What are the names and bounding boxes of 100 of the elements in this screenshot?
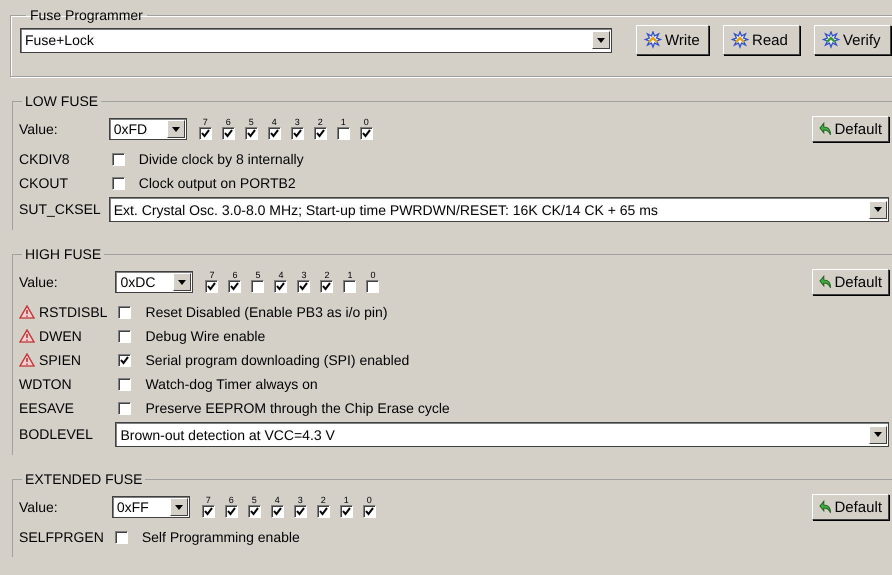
bit-number: 4 [278, 271, 284, 280]
checkbox[interactable] [198, 127, 212, 140]
checkbox[interactable] [297, 280, 310, 293]
bit-number: 7 [209, 271, 214, 280]
value-label: Value: [19, 273, 59, 292]
checkbox[interactable] [360, 127, 373, 140]
bit-number: 3 [301, 271, 306, 280]
checkbox[interactable] [316, 505, 330, 518]
fuse-name: CKOUT [19, 175, 68, 191]
checkbox[interactable] [274, 280, 288, 293]
value-dropdown[interactable]: 0xFF [112, 496, 190, 518]
checkbox[interactable] [290, 127, 304, 140]
bit-number: 4 [274, 496, 280, 505]
checkbox[interactable] [268, 127, 281, 140]
action-button[interactable]: Write [636, 25, 709, 55]
dropdown-arrow-icon [874, 432, 882, 437]
checkbox[interactable] [222, 127, 235, 140]
bit-number: 5 [255, 271, 260, 280]
checkbox[interactable] [248, 505, 261, 518]
checkbox[interactable] [251, 280, 264, 293]
option-description: Divide clock by 8 internally [138, 151, 304, 167]
bit-number: 1 [347, 271, 352, 280]
bit-number: 0 [370, 271, 376, 280]
option-description: Debug Wire enable [145, 328, 266, 344]
option-dropdown[interactable]: Ext. Crystal Osc. 3.0-8.0 MHz; Start-up time PWRDWN/RESET: 16K CK/14 CK + 65 ms [108, 197, 889, 222]
dropdown-arrow-icon [174, 504, 183, 510]
checkbox[interactable] [114, 530, 128, 544]
dropdown-arrow-icon [178, 280, 186, 284]
checkbox[interactable] [340, 505, 353, 518]
fuse-name: SUT_CKSEL [19, 200, 101, 216]
checkbox[interactable] [362, 505, 376, 518]
option-description: Reset Disabled (Enable PB3 as i/o pin) [145, 304, 388, 320]
default-button[interactable]: Default [812, 494, 889, 520]
checkbox[interactable] [294, 505, 307, 518]
chip-burst-icon [730, 31, 750, 49]
chip-burst-icon [643, 31, 663, 49]
checkbox[interactable] [202, 505, 215, 518]
dropdown-arrow-icon [874, 207, 882, 212]
checkbox[interactable] [112, 176, 125, 190]
checkbox[interactable] [112, 152, 125, 166]
bit-number: 1 [344, 496, 349, 505]
value-dropdown[interactable]: 0xDC [115, 271, 194, 293]
bit-number: 0 [366, 496, 372, 505]
checkbox[interactable] [366, 280, 380, 293]
option-description: Preserve EEPROM through the Chip Erase cycle [145, 400, 450, 416]
bit-number: 2 [318, 118, 323, 127]
bit-number: 6 [232, 271, 238, 280]
action-button[interactable]: Read [723, 25, 800, 55]
chip-burst-icon [821, 31, 841, 49]
bit-number: 2 [320, 496, 326, 505]
option-dropdown[interactable]: Brown-out detection at VCC=4.3 V [115, 422, 889, 447]
fuse-name: SELFPRGEN [19, 529, 104, 545]
checkbox[interactable] [118, 378, 132, 390]
value-dropdown[interactable]: 0xFD [108, 118, 187, 140]
checkbox[interactable] [118, 354, 132, 366]
fuse-name: EESAVE [19, 400, 74, 416]
option-description: Serial program downloading (SPI) enabled [145, 352, 410, 368]
bit-number: 0 [364, 118, 369, 127]
undo-arrow-icon [819, 499, 832, 515]
checkbox[interactable] [118, 306, 132, 318]
bit-number: 4 [272, 118, 277, 127]
checkbox[interactable] [118, 330, 132, 342]
section-title: LOW FUSE [24, 93, 100, 109]
default-button[interactable]: Default [812, 116, 889, 142]
mode-dropdown[interactable]: Fuse+Lock [20, 28, 612, 52]
bit-number: 7 [202, 118, 208, 127]
checkbox[interactable] [314, 127, 327, 140]
checkbox[interactable] [343, 280, 356, 293]
option-description: Clock output on PORTB2 [138, 175, 296, 191]
undo-arrow-icon [819, 274, 832, 290]
checkbox[interactable] [336, 127, 350, 140]
action-button[interactable]: Verify [814, 25, 891, 55]
checkbox[interactable] [118, 402, 132, 414]
checkbox[interactable] [320, 280, 334, 293]
bit-number: 1 [340, 118, 346, 127]
bit-number: 7 [206, 496, 211, 505]
group-title: Fuse Programmer [29, 7, 144, 23]
section-title: HIGH FUSE [24, 246, 102, 262]
fuse-name: DWEN [39, 328, 82, 344]
value-label: Value: [19, 498, 59, 517]
fuse-name: CKDIV8 [19, 151, 70, 167]
section-title: EXTENDED FUSE [24, 471, 144, 487]
checkbox[interactable] [270, 505, 284, 518]
checkbox[interactable] [224, 505, 238, 518]
bit-number: 3 [294, 118, 300, 127]
checkbox[interactable] [205, 280, 218, 293]
dropdown-arrow-icon [172, 126, 180, 132]
fuse-name: WDTON [19, 376, 72, 392]
default-button[interactable]: Default [812, 269, 889, 295]
bit-number: 6 [226, 118, 231, 127]
option-description: Self Programming enable [142, 529, 300, 545]
bit-number: 3 [298, 496, 303, 505]
bit-number: 5 [252, 496, 257, 505]
checkbox[interactable] [228, 280, 242, 293]
option-description: Watch-dog Timer always on [145, 376, 318, 392]
fuse-name: RSTDISBL [39, 304, 108, 320]
fuse-name: BODLEVEL [19, 426, 93, 442]
checkbox[interactable] [244, 127, 258, 140]
undo-arrow-icon [819, 121, 832, 137]
fuse-name: SPIEN [39, 352, 82, 368]
